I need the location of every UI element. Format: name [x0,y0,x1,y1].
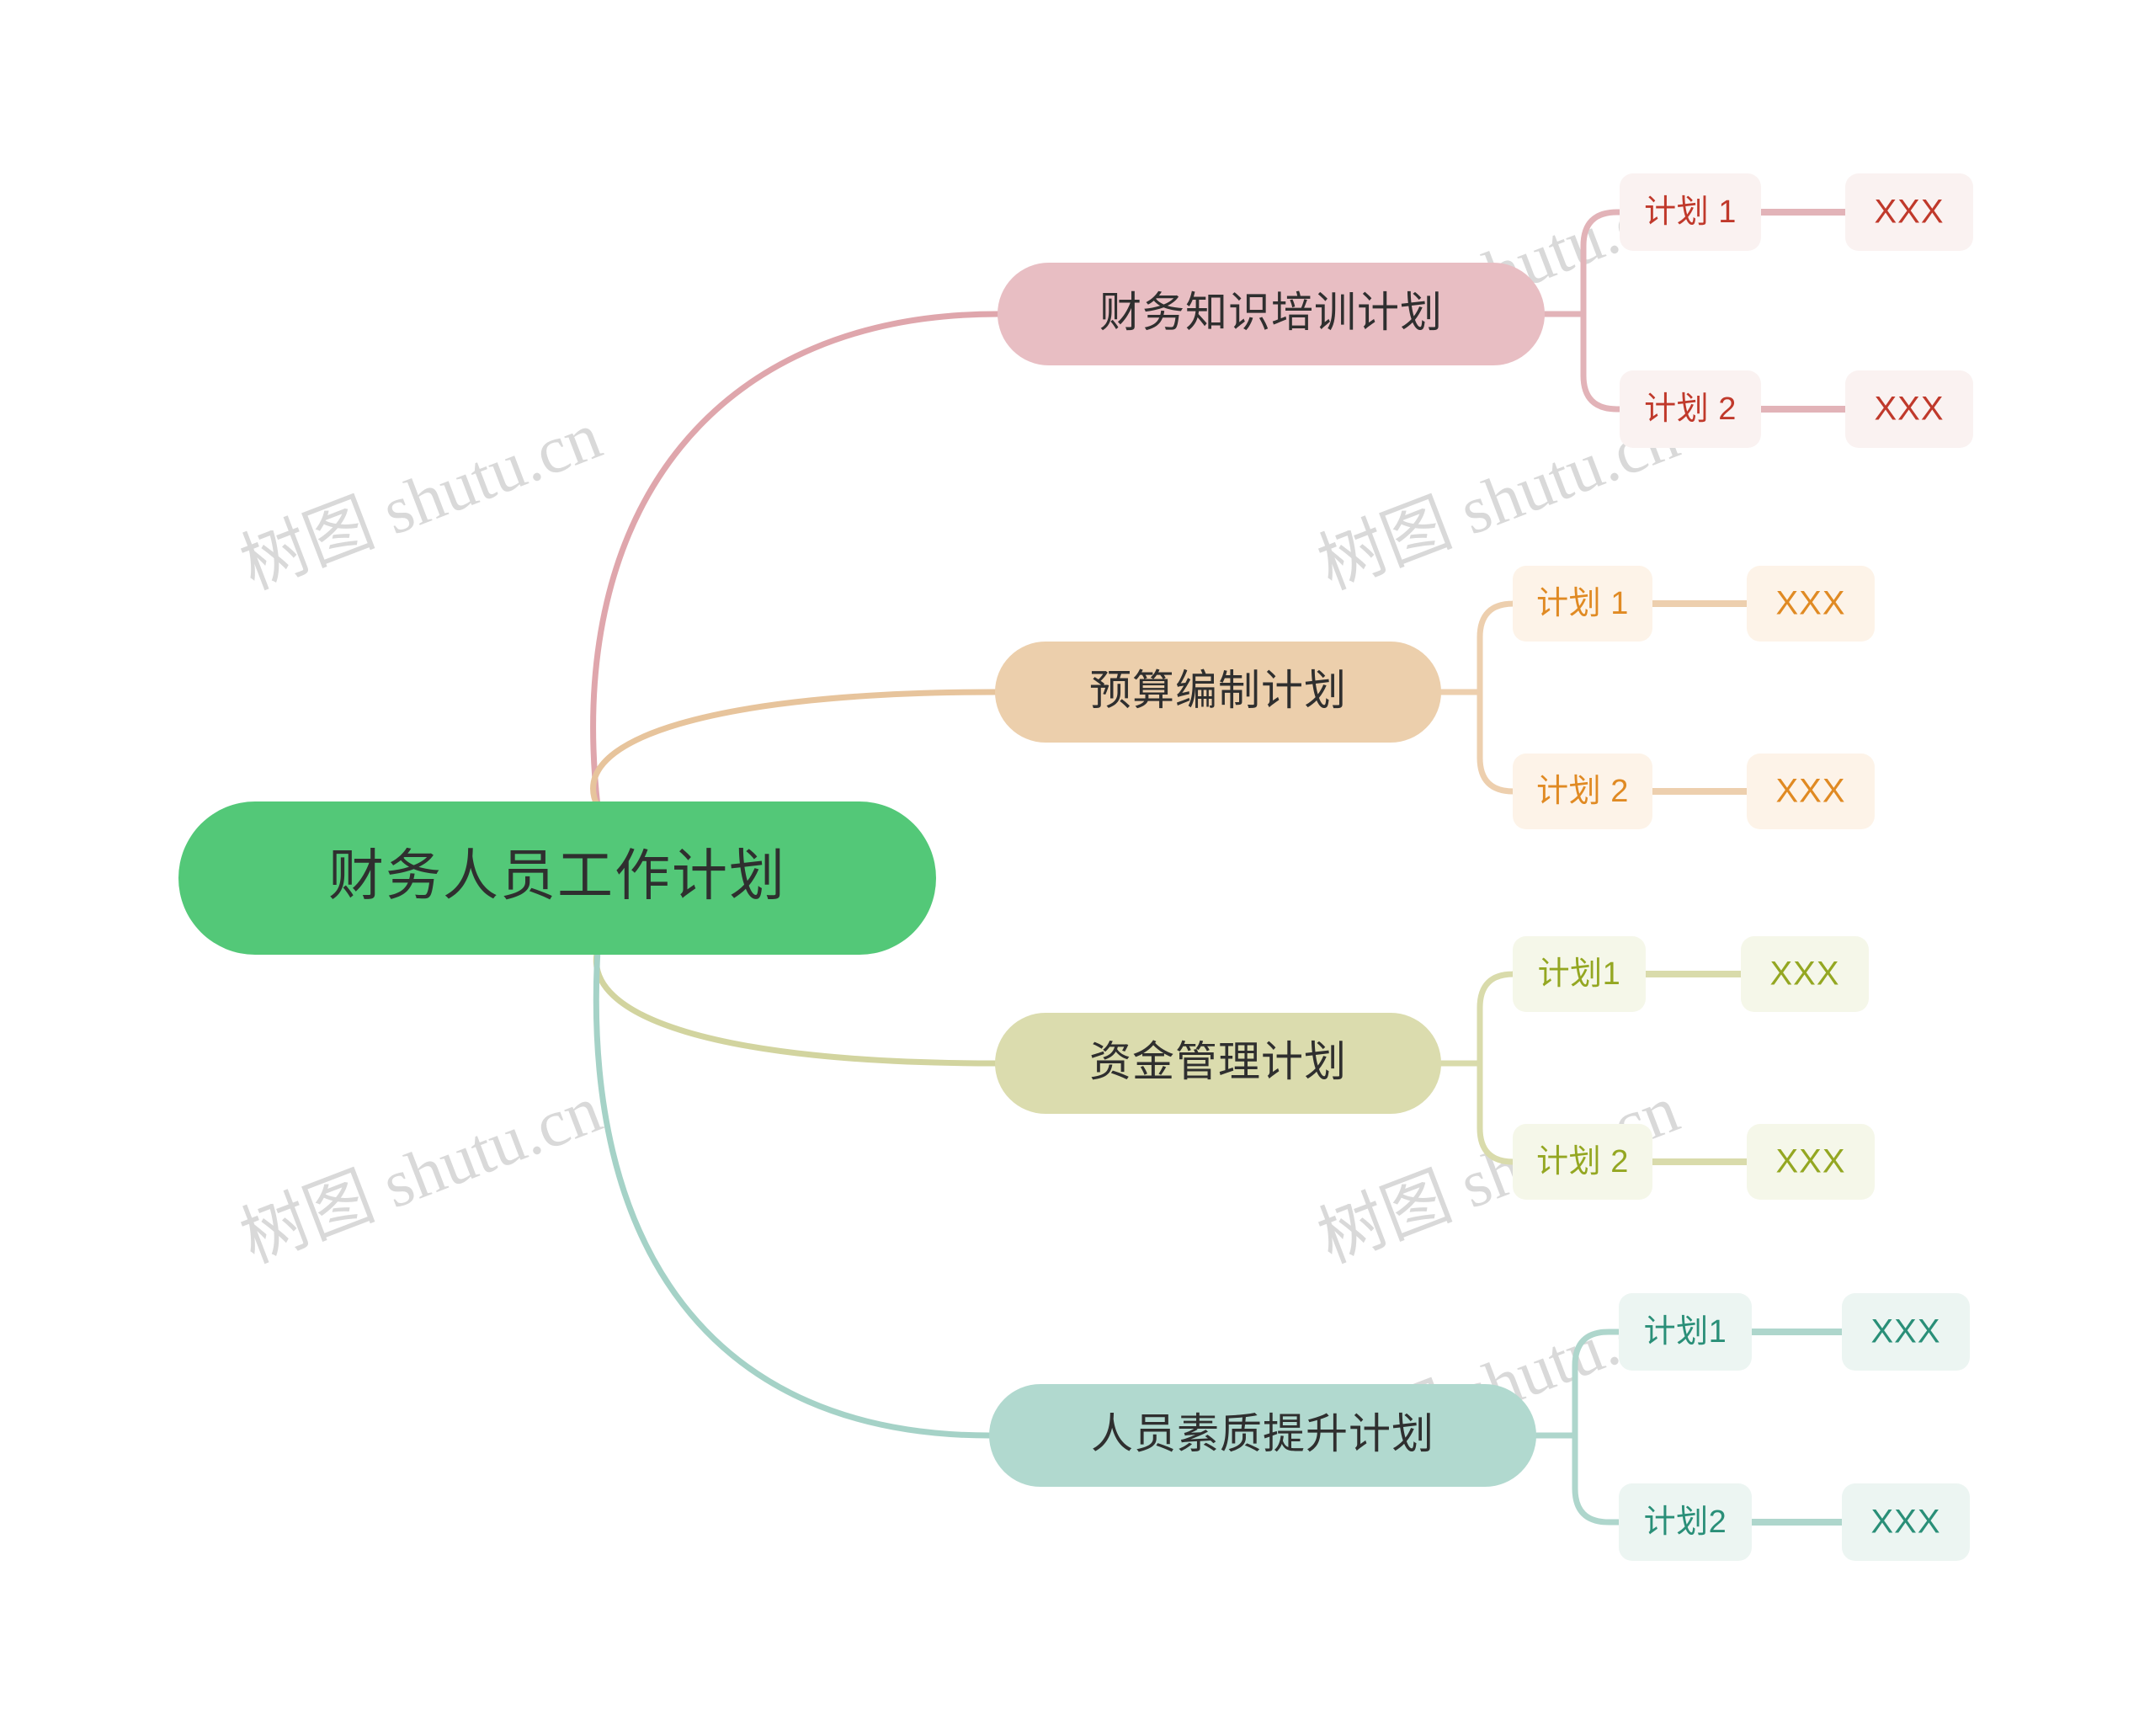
value-xxx-label: XXX [1775,585,1845,622]
leaf-plan-2-label: 计划2 [1644,1504,1727,1540]
leaf-bracket-lower [1572,1432,1622,1526]
value-xxx-label: XXX [1874,391,1944,428]
value-xxx-label: XXX [1874,194,1944,231]
leaf-plan-1-label: 计划1 [1538,956,1621,992]
root-node-label: 财务人员工作计划 [328,844,786,906]
nodes-layer: 财务人员工作计划财务知识培训计划计划 1 XXX计划 2 XXX预算编制计划计划 1… [178,173,1973,1561]
leaf-bracket-lower [1477,1060,1516,1165]
leaf-bracket-lower [1477,689,1516,795]
leaf-plan-2-label: 计划 2 [1536,1144,1629,1180]
branch-budget-plan-label: 预算编制计划 [1089,667,1347,714]
branch-finance-training-label: 财务知识培训计划 [1099,289,1443,336]
leaf-plan-1-label: 计划 1 [1644,194,1737,230]
branch-fund-management-label: 资金管理计划 [1089,1038,1347,1085]
leaf-bracket-upper [1477,600,1516,695]
value-xxx-label: XXX [1775,1143,1845,1180]
branch-connector [590,689,998,810]
leaf-bracket-lower [1580,311,1623,413]
leaf-plan-1-label: 计划1 [1644,1314,1727,1350]
leaf-plan-1-label: 计划 1 [1536,586,1629,621]
leaf-bracket-upper [1580,209,1623,317]
value-xxx-label: XXX [1870,1504,1940,1541]
value-xxx-label: XXX [1775,773,1845,810]
leaf-plan-2-label: 计划 2 [1536,774,1629,809]
value-xxx-label: XXX [1769,956,1839,993]
mindmap-canvas: 树图 shutu.cn树图 shutu.cn树图 shutu.cn树图 shut… [0,0,2155,1736]
leaf-bracket-upper [1572,1329,1622,1439]
branch-connector [593,946,998,1067]
watermark-text: 树图 shutu.cn [231,399,611,604]
branch-staff-quality-label: 人员素质提升计划 [1091,1410,1434,1457]
value-xxx-label: XXX [1870,1313,1940,1350]
leaf-bracket-upper [1477,971,1516,1067]
mindmap-svg: 树图 shutu.cn树图 shutu.cn树图 shutu.cn树图 shut… [178,172,1973,1561]
leaf-plan-2-label: 计划 2 [1644,391,1737,427]
watermark-text: 树图 shutu.cn [231,1073,611,1277]
